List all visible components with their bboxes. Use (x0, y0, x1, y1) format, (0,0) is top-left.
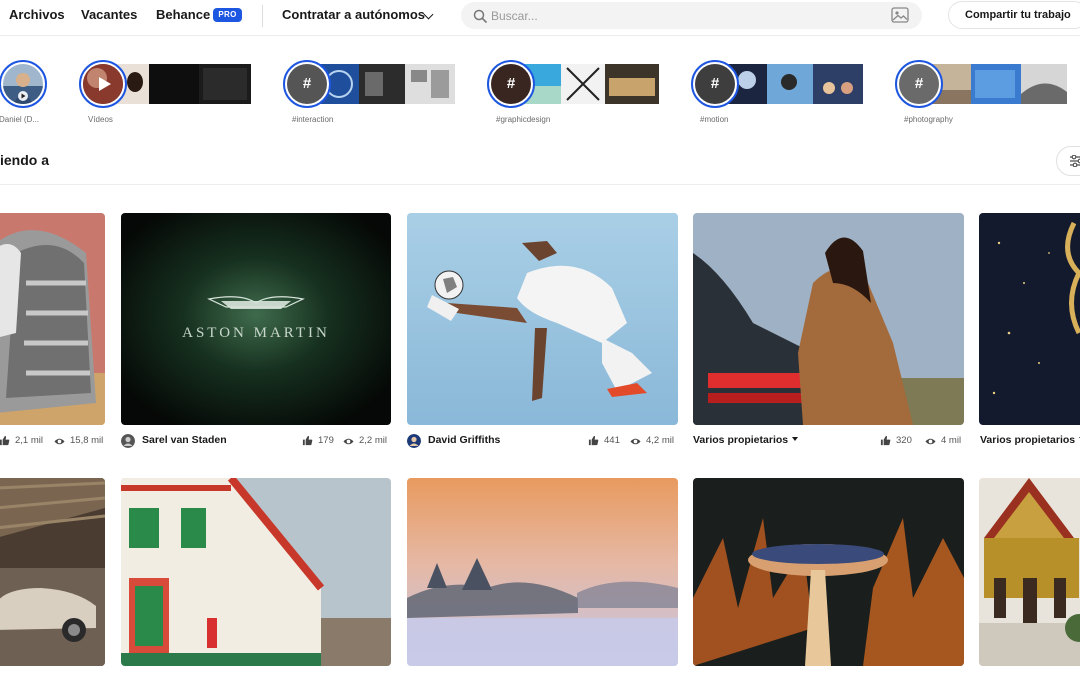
project-card-image[interactable] (979, 213, 1080, 425)
filter-icon (1070, 155, 1080, 167)
project-thumbnail: ASTON MARTIN (121, 213, 391, 425)
project-thumbnail (979, 213, 1080, 425)
search-bar[interactable] (461, 2, 922, 29)
project-card-image[interactable] (121, 478, 391, 666)
owner-name-label[interactable]: Varios propietarios (980, 434, 1075, 446)
story-avatar[interactable]: # (283, 60, 331, 108)
image-text: ASTON MARTIN (182, 325, 330, 341)
story-avatar[interactable]: # (487, 60, 535, 108)
hashtag-icon: # (302, 75, 312, 92)
story-thumbnails (931, 64, 1067, 104)
project-card-image[interactable] (693, 213, 964, 425)
like-count: 179 (318, 435, 334, 446)
profile-photo (3, 64, 43, 104)
story-label: #interaction (292, 115, 334, 124)
story-label: #graphicdesign (496, 115, 551, 124)
card-meta: Varios propietarios (979, 434, 1080, 450)
section-title: iendo a (0, 152, 50, 168)
story-avatar[interactable]: # (895, 60, 943, 108)
project-thumbnail (0, 478, 105, 666)
card-meta: Sarel van Staden 179 2,2 mil (121, 434, 391, 450)
project-card-image[interactable] (0, 478, 105, 666)
section-divider (0, 184, 1080, 185)
project-thumbnail (979, 478, 1080, 666)
avatar[interactable] (121, 434, 135, 448)
like-count: 441 (604, 435, 620, 446)
owner-name[interactable]: Varios propietarios (693, 434, 799, 446)
hashtag-icon: # (506, 75, 516, 92)
view-count: 4 mil (941, 435, 962, 446)
project-thumbnail (407, 213, 678, 425)
story-label: Daniel (D... (0, 115, 40, 124)
eye-icon (925, 438, 936, 445)
appreciate-icon (0, 435, 10, 446)
owner-name-label[interactable]: Varios propietarios (693, 434, 788, 446)
avatar[interactable] (407, 434, 421, 448)
eye-icon (343, 438, 354, 445)
story-thumbnails (727, 64, 863, 104)
chevron-down-icon[interactable] (423, 9, 434, 20)
card-meta: David Griffiths 441 4,2 mil (407, 434, 678, 450)
image-search-icon[interactable] (891, 7, 909, 23)
appreciate-icon (588, 435, 599, 446)
project-card-image[interactable] (0, 213, 105, 425)
project-card-image[interactable] (407, 213, 678, 425)
view-count: 2,2 mil (359, 435, 387, 446)
nav-link-behance[interactable]: Behance (156, 7, 210, 22)
project-card-image[interactable] (693, 478, 964, 666)
hashtag-icon: # (914, 75, 924, 92)
story-label: Vídeos (88, 115, 113, 124)
search-input[interactable] (491, 2, 891, 29)
nav-divider (262, 5, 263, 27)
pro-badge[interactable]: PRO (213, 8, 242, 22)
story-thumbnails (115, 64, 251, 104)
card-meta: Varios propietarios 320 4 mil (693, 434, 964, 450)
appreciate-icon (302, 435, 313, 446)
hire-freelancers-menu[interactable]: Contratar a autónomos (282, 7, 425, 22)
story-avatar[interactable] (0, 60, 47, 108)
owner-name[interactable]: Varios propietarios (980, 434, 1080, 446)
project-card-image[interactable] (979, 478, 1080, 666)
project-thumbnail (407, 478, 678, 666)
story-thumbnails (523, 64, 659, 104)
story-avatar[interactable]: # (691, 60, 739, 108)
hashtag-icon: # (710, 75, 720, 92)
project-thumbnail (0, 213, 105, 425)
story-label: #motion (700, 115, 729, 124)
top-navigation: Archivos Vacantes Behance PRO Contratar … (0, 0, 1080, 36)
story-thumbnails (319, 64, 455, 104)
nav-link-vacantes[interactable]: Vacantes (81, 7, 137, 22)
project-thumbnail (121, 478, 391, 666)
owner-name[interactable]: David Griffiths (428, 434, 500, 446)
filter-button[interactable] (1056, 146, 1080, 176)
view-count: 15,8 mil (70, 435, 104, 446)
project-card-image[interactable]: ASTON MARTIN (121, 213, 391, 425)
story-label: #photography (904, 115, 953, 124)
caret-down-icon[interactable] (792, 437, 799, 441)
owner-name[interactable]: Sarel van Staden (142, 434, 227, 446)
view-count: 4,2 mil (646, 435, 674, 446)
like-count: 320 (896, 435, 912, 446)
eye-icon (630, 438, 641, 445)
project-card-image[interactable] (407, 478, 678, 666)
play-icon (99, 77, 111, 91)
appreciate-icon (880, 435, 891, 446)
share-work-button[interactable]: Compartir tu trabajo (948, 1, 1080, 29)
nav-link-archivos[interactable]: Archivos (9, 7, 65, 22)
project-thumbnail (693, 213, 964, 425)
like-count: 2,1 mil (15, 435, 43, 446)
story-avatar[interactable] (79, 60, 127, 108)
card-meta: 2,1 mil 15,8 mil (0, 434, 105, 450)
project-thumbnail (693, 478, 964, 666)
eye-icon (54, 438, 65, 445)
search-icon (473, 9, 487, 23)
